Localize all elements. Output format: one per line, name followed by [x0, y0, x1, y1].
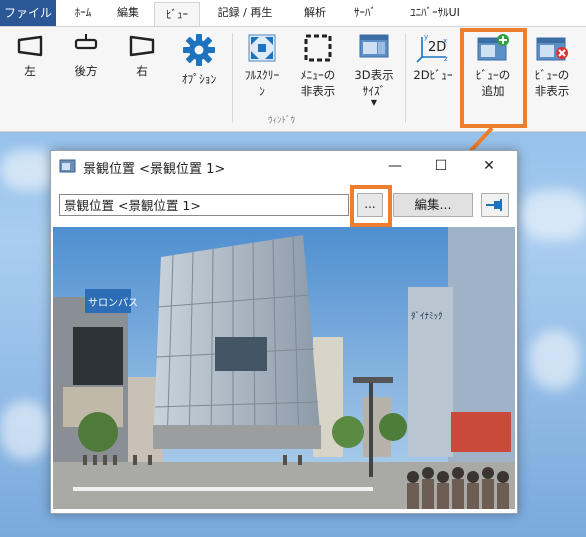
view-left-icon: [17, 35, 43, 57]
hide-menu-button[interactable]: ﾒﾆｭｰの 非表示: [292, 33, 344, 99]
cloud: [520, 190, 586, 240]
3d-view-size-icon: [359, 34, 389, 58]
2d-view-label: 2Dﾋﾞｭｰ: [413, 68, 453, 82]
view-back-label: 後方: [74, 64, 98, 78]
highlight-browse: [350, 185, 392, 227]
pin-button[interactable]: [481, 193, 509, 217]
cloud: [0, 400, 50, 460]
tab-home[interactable]: ﾎｰﾑ: [60, 0, 106, 26]
tab-server[interactable]: ｻｰﾊﾞ: [342, 0, 388, 26]
tab-universal-ui[interactable]: ﾕﾆﾊﾞｰｻﾙUI: [390, 0, 480, 26]
gear-icon: [183, 34, 215, 66]
fullscreen-button[interactable]: ﾌﾙｽｸﾘｰ ﾝ: [236, 33, 288, 99]
view-left-label: 左: [24, 64, 36, 78]
city-scene-image: サロンパス ﾀﾞｲﾅﾐｯｸ: [53, 227, 515, 509]
tab-edit[interactable]: 編集: [106, 0, 150, 26]
view-back-icon: [74, 34, 98, 50]
edit-button[interactable]: 編集...: [393, 193, 473, 217]
view-position-combo[interactable]: 景観位置 <景観位置 1>: [59, 194, 349, 216]
2d-view-button[interactable]: 2D x y z 2Dﾋﾞｭｰ: [406, 33, 460, 83]
pin-icon: [486, 199, 502, 211]
options-button[interactable]: ｵﾌﾟｼｮﾝ: [172, 33, 226, 87]
fullscreen-label: ﾌﾙｽｸﾘｰ ﾝ: [244, 68, 280, 98]
view-right-label: 右: [136, 64, 148, 78]
view-left-button[interactable]: 左: [12, 33, 48, 79]
hide-view-icon: [536, 37, 568, 61]
view-back-button[interactable]: 後方: [64, 33, 108, 79]
view-right-icon: [129, 35, 155, 57]
window-icon: [59, 159, 76, 173]
ribbon-group-label-window: ｳｨﾝﾄﾞｳ: [268, 116, 296, 126]
view-window-title: 景観位置 <景観位置 1>: [83, 162, 226, 177]
sign-salonpas: サロンパス: [88, 297, 138, 309]
tab-file[interactable]: ファイル: [0, 0, 56, 26]
close-button[interactable]: ✕: [479, 156, 499, 176]
ribbon-tab-bar: ファイル ﾎｰﾑ 編集 ﾋﾞｭｰ 記録 / 再生 解析 ｻｰﾊﾞ ﾕﾆﾊﾞｰｻﾙ…: [0, 0, 586, 27]
axis-x-letter: x: [443, 37, 447, 45]
sign-dynamic: ﾀﾞｲﾅﾐｯｸ: [411, 311, 443, 322]
view-right-button[interactable]: 右: [124, 33, 160, 79]
axis-y-letter: y: [424, 33, 428, 41]
chevron-down-icon: ▼: [370, 98, 378, 107]
hide-menu-label: ﾒﾆｭｰの 非表示: [300, 68, 336, 98]
axis-z-letter: z: [444, 55, 448, 63]
minimize-button[interactable]: —: [385, 156, 405, 176]
hide-menu-icon: [304, 34, 332, 62]
ribbon-separator: [232, 33, 233, 123]
options-label: ｵﾌﾟｼｮﾝ: [181, 72, 217, 86]
fullscreen-icon: [248, 34, 276, 62]
tab-analysis[interactable]: 解析: [292, 0, 338, 26]
tab-record-playback[interactable]: 記録 / 再生: [204, 0, 286, 26]
maximize-button[interactable]: ☐: [431, 156, 451, 176]
hide-view-button[interactable]: ﾋﾞｭｰの 非表示: [524, 33, 580, 99]
view-window[interactable]: 景観位置 <景観位置 1> — ☐ ✕ 景観位置 <景観位置 1> ... 編集…: [50, 150, 518, 514]
view-window-titlebar[interactable]: 景観位置 <景観位置 1> — ☐ ✕: [51, 151, 517, 181]
3d-viewport[interactable]: サロンパス ﾀﾞｲﾅﾐｯｸ: [53, 227, 515, 509]
2d-view-icon: 2D x y z: [416, 33, 448, 63]
cloud: [530, 330, 580, 390]
3d-view-size-button[interactable]: 3D表示 ｻｲｽﾞ ▼: [348, 33, 400, 107]
hide-view-label: ﾋﾞｭｰの 非表示: [534, 68, 570, 98]
tab-view[interactable]: ﾋﾞｭｰ: [154, 2, 200, 27]
highlight-add-view: [460, 28, 527, 128]
3d-view-size-label: 3D表示 ｻｲｽﾞ: [354, 68, 394, 98]
